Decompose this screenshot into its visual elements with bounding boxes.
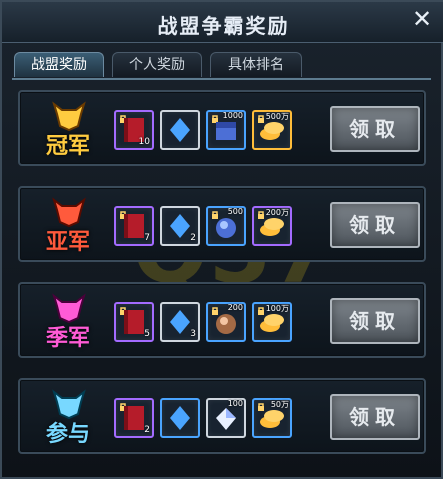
reward-row-champion: 冠军 10 1000 500万 领取 — [18, 90, 426, 166]
tab-ranking-details[interactable]: 具体排名 — [210, 52, 302, 77]
reward-slot[interactable] — [160, 398, 200, 438]
reward-slot[interactable]: 2 — [114, 398, 154, 438]
item-count: 1000 — [222, 111, 243, 120]
item-count: 200 — [227, 303, 243, 312]
claim-button[interactable]: 领取 — [330, 106, 420, 152]
item-count: 500万 — [265, 112, 289, 121]
reward-slot[interactable]: 3 — [160, 302, 200, 342]
reward-slot[interactable]: 200 — [206, 302, 246, 342]
reward-row-third-place: 季军 5 3 200 100万 领取 — [18, 282, 426, 358]
claim-button[interactable]: 领取 — [330, 394, 420, 440]
reward-slot[interactable]: 100万 — [252, 302, 292, 342]
claim-button[interactable]: 领取 — [330, 202, 420, 248]
item-count: 100 — [227, 399, 243, 408]
tab-underline — [12, 78, 431, 80]
reward-row-runner-up: 亚军 7 2 500 200万 领取 — [18, 186, 426, 262]
tab-personal-reward[interactable]: 个人奖励 — [112, 52, 202, 77]
rank-badge: 亚军 — [38, 196, 98, 258]
item-count: 2 — [144, 425, 150, 435]
item-count: 200万 — [265, 208, 289, 217]
reward-slot[interactable]: 10 — [114, 110, 154, 150]
item-count: 3 — [190, 329, 196, 339]
reward-slot[interactable] — [160, 110, 200, 150]
item-count: 10 — [138, 137, 150, 147]
reward-slot[interactable]: 500万 — [252, 110, 292, 150]
window-title: 战盟争霸奖励 — [157, 14, 290, 38]
reward-slot[interactable]: 100 — [206, 398, 246, 438]
rank-label: 冠军 — [45, 134, 90, 159]
item-count: 50万 — [270, 400, 289, 409]
item-count: 100万 — [265, 304, 289, 313]
item-count: 2 — [190, 233, 196, 243]
close-icon[interactable]: ✕ — [409, 6, 435, 32]
reward-slot[interactable]: 500 — [206, 206, 246, 246]
rank-badge: 季军 — [38, 292, 98, 354]
item-count: 5 — [144, 329, 150, 339]
item-count: 7 — [144, 233, 150, 243]
reward-slot[interactable]: 7 — [114, 206, 154, 246]
reward-slot[interactable]: 1000 — [206, 110, 246, 150]
reward-panel: 战盟争霸奖励 ✕ 战盟奖励 个人奖励 具体排名 Q57 冠军 10 — [0, 0, 443, 479]
rank-badge: 冠军 — [38, 100, 98, 162]
reward-slot[interactable]: 50万 — [252, 398, 292, 438]
rank-label: 亚军 — [45, 230, 90, 255]
reward-row-participant: 参与 2 100 50万 领取 — [18, 378, 426, 454]
claim-button[interactable]: 领取 — [330, 298, 420, 344]
rank-label: 参与 — [45, 422, 90, 447]
reward-slot[interactable]: 5 — [114, 302, 154, 342]
rank-badge: 参与 — [38, 388, 98, 450]
tab-alliance-reward[interactable]: 战盟奖励 — [14, 52, 104, 77]
reward-slot[interactable]: 200万 — [252, 206, 292, 246]
rank-label: 季军 — [45, 326, 90, 351]
item-count: 500 — [227, 207, 243, 216]
reward-slot[interactable]: 2 — [160, 206, 200, 246]
title-bar: 战盟争霸奖励 ✕ — [2, 2, 443, 43]
